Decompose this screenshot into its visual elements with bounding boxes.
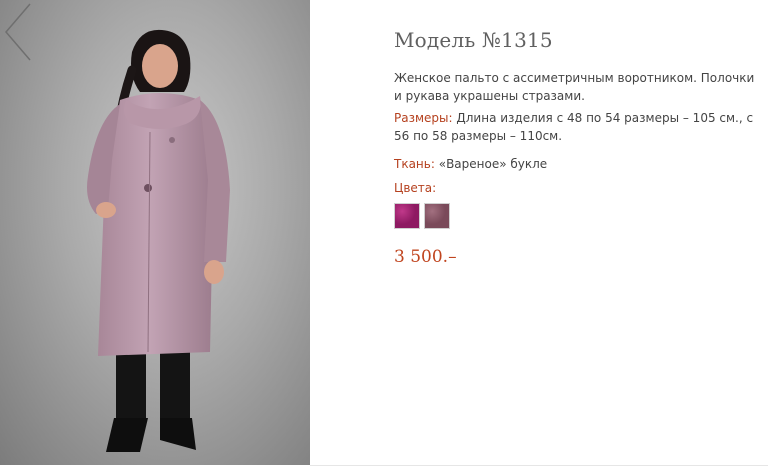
color-swatch-mauve[interactable] (424, 203, 450, 229)
color-swatch-magenta[interactable] (394, 203, 420, 229)
product-price: 3 500.– (394, 247, 457, 267)
color-swatches (394, 203, 762, 229)
fabric-label: Ткань: (394, 157, 435, 171)
divider (310, 465, 768, 466)
colors-label: Цвета: (394, 181, 437, 195)
product-photo (0, 0, 310, 465)
colors-row: Цвета: (394, 179, 762, 197)
sizes-row: Размеры: Длина изделия с 48 по 54 размер… (394, 109, 762, 145)
chevron-left-icon[interactable] (0, 0, 40, 64)
product-title: Модель №1315 (394, 28, 553, 52)
product-info: Модель №1315 Женское пальто с ассиметрич… (394, 28, 762, 267)
fabric-value: «Вареное» букле (438, 157, 548, 171)
fabric-row: Ткань: «Вареное» букле (394, 155, 762, 173)
product-description: Женское пальто с ассиметричным воротнико… (394, 71, 755, 103)
sizes-label: Размеры: (394, 111, 453, 125)
model-figure-illustration (87, 29, 230, 452)
